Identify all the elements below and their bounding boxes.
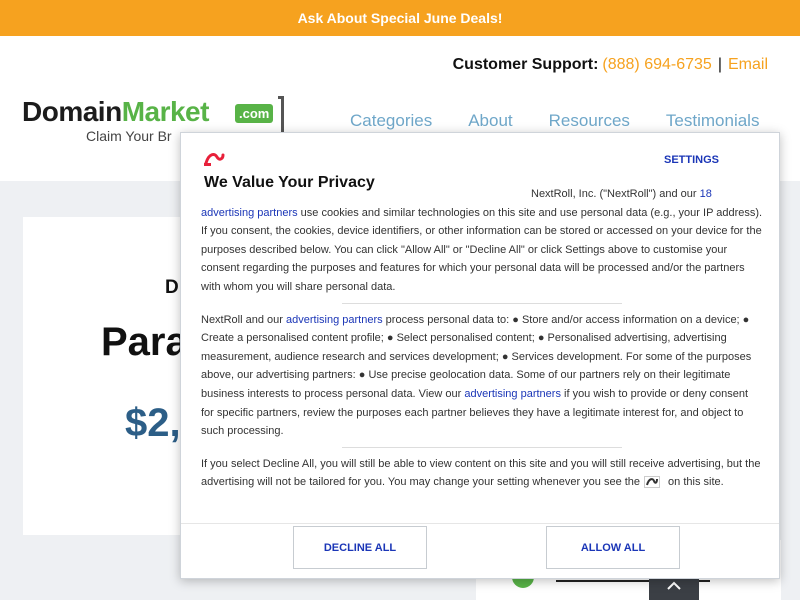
logo-tagline: Claim Your Br (86, 128, 172, 144)
consent-paragraph-1: NextRoll, Inc. ("NextRoll") and our 18 a… (201, 185, 763, 297)
logo-bracket (278, 96, 284, 132)
divider (342, 302, 622, 304)
domain-price: $2, (125, 401, 181, 445)
allow-all-button[interactable]: ALLOW ALL (546, 526, 680, 569)
settings-link[interactable]: SETTINGS (664, 154, 719, 166)
consent-text: use cookies and similar technologies on … (201, 206, 763, 293)
main-nav: Categories About Resources Testimonials (350, 111, 759, 131)
consent-paragraph-2: NextRoll and our advertising partners pr… (201, 311, 763, 441)
domain-name: Para (101, 320, 188, 364)
consent-text-scroll[interactable]: NextRoll, Inc. ("NextRoll") and our 18 a… (201, 185, 763, 521)
advertising-partners-link[interactable]: advertising partners (286, 314, 383, 326)
customer-support: Customer Support: (888) 694-6735 | Email (453, 56, 768, 74)
nav-item-categories[interactable]: Categories (350, 111, 432, 131)
chevron-up-icon (667, 581, 681, 590)
nav-item-about[interactable]: About (468, 111, 512, 131)
nav-item-testimonials[interactable]: Testimonials (666, 111, 760, 131)
consent-text: NextRoll and our (201, 313, 286, 326)
logo-wordmark: DomainMarket (22, 96, 209, 128)
consent-paragraph-3: If you select Decline All, you will stil… (201, 455, 763, 492)
consent-text: on this site. (668, 476, 724, 489)
decline-all-button[interactable]: DECLINE ALL (293, 526, 427, 569)
listing-label: D (165, 277, 179, 298)
logo-tld-badge: .com (235, 104, 274, 123)
consent-footer: DECLINE ALL ALLOW ALL (181, 523, 779, 579)
support-separator: | (717, 56, 722, 73)
support-email-link[interactable]: Email (728, 56, 768, 74)
nextroll-logo-icon (204, 153, 225, 166)
logo-domain-text: Domain (22, 96, 122, 127)
support-phone-link[interactable]: (888) 694-6735 (602, 56, 711, 74)
privacy-consent-dialog: SETTINGS We Value Your Privacy NextRoll,… (180, 132, 780, 579)
promo-banner[interactable]: Ask About Special June Deals! (0, 0, 800, 36)
logo-market-text: Market (121, 96, 210, 127)
promo-banner-text[interactable]: Ask About Special June Deals! (298, 10, 503, 26)
consent-text: NextRoll, Inc. ("NextRoll") and our (531, 188, 700, 200)
support-label: Customer Support: (452, 56, 599, 73)
divider (342, 446, 622, 448)
nextroll-inline-icon[interactable] (644, 476, 661, 489)
nav-item-resources[interactable]: Resources (549, 111, 630, 131)
advertising-partners-link-2[interactable]: advertising partners (464, 388, 561, 400)
